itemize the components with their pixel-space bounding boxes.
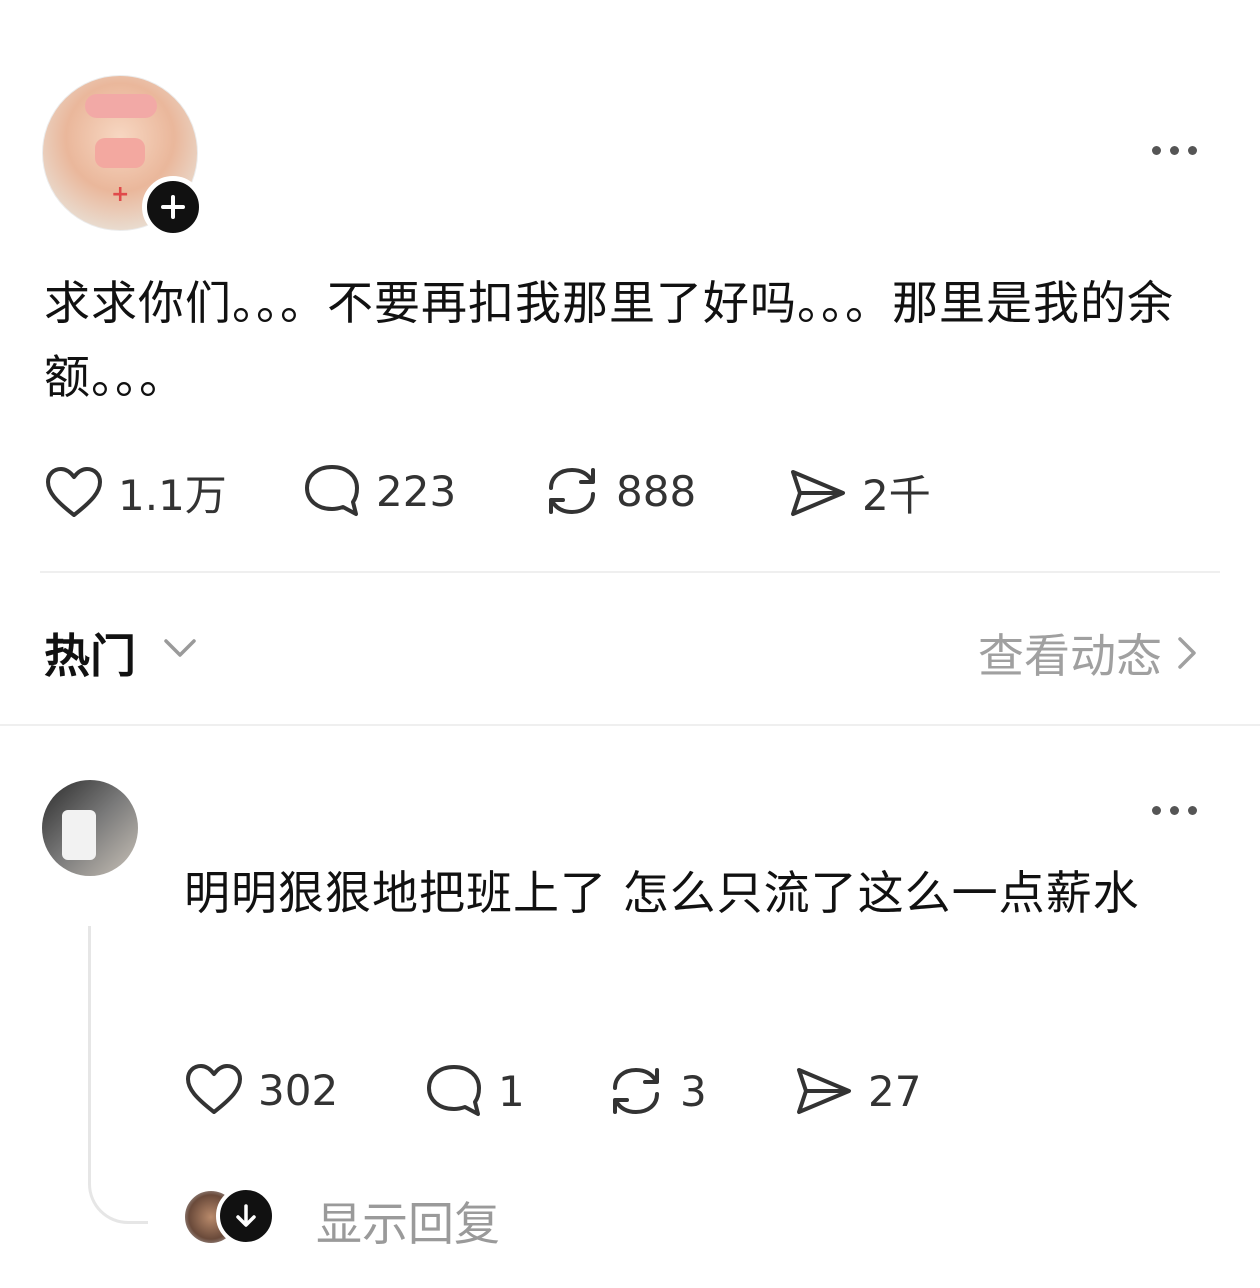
post-comment-count: 223 (376, 466, 457, 516)
speech-bubble-icon (305, 465, 359, 516)
more-horizontal-icon (1152, 146, 1161, 155)
paper-plane-icon (791, 469, 845, 516)
repost-arrows-icon (549, 467, 595, 515)
post-text: 求求你们。。。不要再扣我那里了好吗。。。那里是我的余额。。。 (44, 276, 1174, 404)
post-comment-button[interactable]: 223 (302, 462, 456, 520)
avatar-art (85, 94, 157, 118)
view-activity-link[interactable]: 查看动态 (978, 620, 1198, 686)
comment-text: 明明狠狠地把班上了 怎么只流了这么一点薪水 (184, 866, 1140, 920)
speech-bubble-icon (427, 1065, 481, 1116)
post-repost-button[interactable]: 888 (542, 462, 696, 520)
avatar-art: + (111, 182, 130, 207)
chevron-right-icon (1178, 637, 1196, 669)
sort-dropdown[interactable] (162, 636, 198, 664)
expand-replies-badge[interactable] (216, 1186, 276, 1246)
show-replies-link[interactable]: 显示回复 (316, 1188, 500, 1254)
avatar-art (62, 810, 96, 860)
comment-more-button[interactable] (1152, 806, 1197, 815)
view-activity-label: 查看动态 (978, 629, 1162, 683)
comment-like-button[interactable]: 302 (184, 1062, 338, 1118)
post-share-count: 2千 (862, 471, 931, 520)
comment-repost-button[interactable]: 3 (606, 1062, 707, 1120)
paper-plane-icon (797, 1068, 851, 1114)
repost-arrows-icon (613, 1067, 659, 1115)
post-like-button[interactable]: 1.1万 (44, 462, 227, 523)
heart-icon (186, 1064, 242, 1114)
avatar-art (95, 138, 145, 168)
follow-button[interactable] (142, 176, 204, 238)
sort-label[interactable]: 热门 (44, 620, 136, 686)
comment-repost-count: 3 (680, 1066, 707, 1116)
comment-author-avatar[interactable] (42, 780, 138, 876)
heart-icon (46, 466, 102, 517)
divider (40, 571, 1220, 573)
comment-share-button[interactable]: 27 (794, 1062, 921, 1120)
section-divider (0, 724, 1260, 726)
post-like-count: 1.1万 (118, 471, 227, 520)
post-share-button[interactable]: 2千 (788, 462, 931, 523)
post-repost-count: 888 (616, 466, 697, 516)
comment-like-count: 302 (258, 1065, 339, 1115)
arrow-down-icon (236, 1204, 256, 1227)
more-horizontal-icon (1152, 806, 1161, 815)
plus-icon (161, 195, 185, 219)
comment-reply-count: 1 (498, 1066, 525, 1116)
post-more-button[interactable] (1152, 146, 1197, 155)
comment-reply-button[interactable]: 1 (424, 1062, 525, 1120)
reply-thread-line (88, 926, 148, 1224)
chevron-down-icon (164, 639, 196, 657)
comment-share-count: 27 (868, 1066, 922, 1116)
